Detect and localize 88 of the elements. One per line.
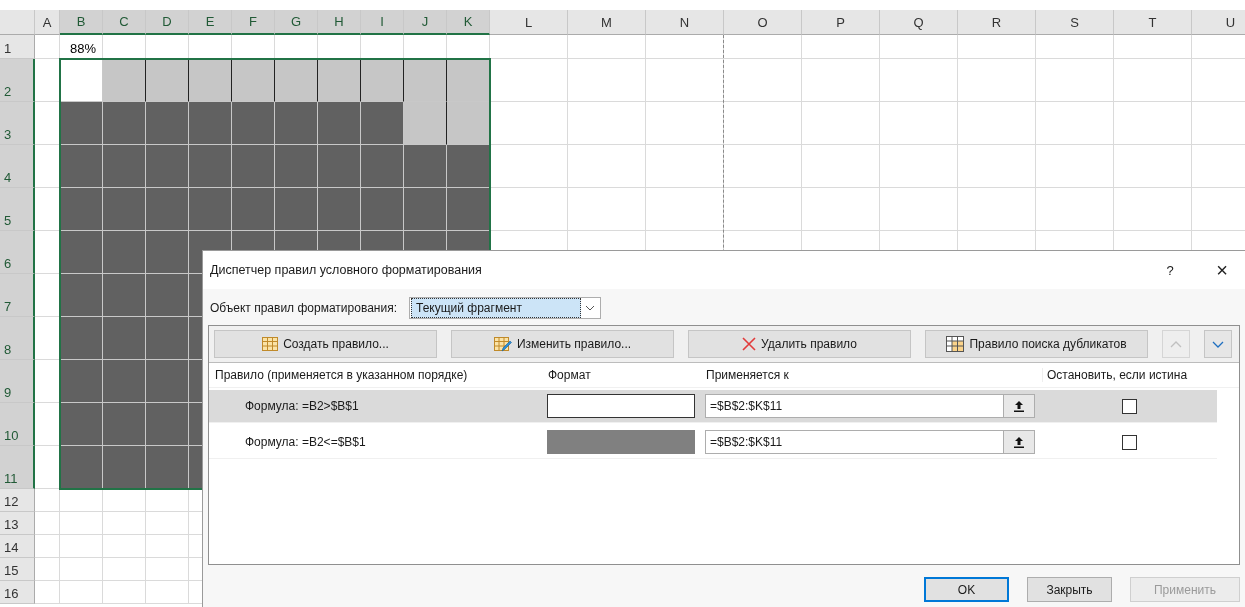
table-icon — [946, 336, 965, 352]
toolbar-button[interactable]: Удалить правило — [688, 330, 911, 358]
rule-row[interactable]: Формула: =B2>$B$1 =$B$2:$K$11 — [209, 390, 1217, 423]
range-select-icon — [1014, 436, 1024, 448]
table-pencil-icon — [493, 336, 512, 352]
sheet-cell: 88% — [60, 35, 103, 59]
dialog-button[interactable]: OK — [924, 577, 1009, 602]
column-header[interactable]: B — [60, 10, 103, 35]
column-heading: Правило (применяется в указанном порядке) — [214, 368, 469, 382]
row-header[interactable]: 9 — [0, 360, 35, 403]
column-header[interactable]: U — [1192, 10, 1245, 35]
column-header[interactable]: O — [724, 10, 802, 35]
row-header[interactable]: 13 — [0, 512, 35, 535]
column-header[interactable]: A — [35, 10, 60, 35]
row-header[interactable]: 5 — [0, 188, 35, 231]
sheet-cell — [103, 581, 146, 604]
chevron-up-icon — [1170, 340, 1182, 348]
row-header[interactable]: 6 — [0, 231, 35, 274]
sheet-cell — [103, 558, 146, 581]
column-header[interactable]: K — [447, 10, 490, 35]
rule-row[interactable]: Формула: =B2<=$B$1 =$B$2:$K$11 — [209, 426, 1217, 459]
table-icon — [262, 337, 279, 351]
sheet-cell — [35, 489, 60, 512]
column-header[interactable]: L — [490, 10, 568, 35]
column-header[interactable]: S — [1036, 10, 1114, 35]
sheet-cell — [35, 558, 60, 581]
range-select-icon — [1014, 400, 1024, 412]
chevron-down-icon — [1212, 340, 1224, 348]
column-header[interactable]: C — [103, 10, 146, 35]
row-header[interactable]: 4 — [0, 145, 35, 188]
toolbar-button[interactable]: Создать правило... — [214, 330, 437, 358]
select-all-corner[interactable] — [0, 10, 35, 35]
chevron-down-icon — [584, 305, 595, 311]
column-header[interactable]: N — [646, 10, 724, 35]
sheet-cell — [35, 35, 60, 59]
column-header[interactable]: Q — [880, 10, 958, 35]
column-header[interactable]: E — [189, 10, 232, 35]
column-header[interactable]: R — [958, 10, 1036, 35]
row-header[interactable]: 8 — [0, 317, 35, 360]
column-heading: Формат — [547, 368, 592, 382]
column-header[interactable]: P — [802, 10, 880, 35]
sheet-cell — [60, 535, 103, 558]
sheet-cell — [35, 512, 60, 535]
range-field[interactable]: =$B$2:$K$11 — [705, 394, 1035, 418]
column-header[interactable]: G — [275, 10, 318, 35]
help-button[interactable]: ? — [1157, 262, 1183, 278]
move-down-button[interactable] — [1204, 330, 1232, 358]
row-header[interactable]: 11 — [0, 446, 35, 489]
sheet-cell — [103, 489, 146, 512]
column-header[interactable]: D — [146, 10, 189, 35]
column-header[interactable]: J — [404, 10, 447, 35]
row-header[interactable]: 3 — [0, 102, 35, 145]
sheet-cell — [103, 535, 146, 558]
sheet-cell — [60, 512, 103, 535]
row-header[interactable]: 12 — [0, 489, 35, 512]
row-header[interactable]: 1 — [0, 35, 35, 59]
column-heading: Остановить, если истина — [1042, 368, 1217, 382]
close-button[interactable]: × — [1207, 258, 1237, 282]
column-header[interactable]: I — [361, 10, 404, 35]
sheet-cell — [60, 558, 103, 581]
rule-formula: Формула: =B2<=$B$1 — [244, 435, 367, 449]
range-field[interactable]: =$B$2:$K$11 — [705, 430, 1035, 454]
dialog-title: Диспетчер правил условного форматирования — [210, 263, 483, 277]
row-header[interactable]: 16 — [0, 581, 35, 604]
column-header[interactable]: H — [318, 10, 361, 35]
scope-dropdown[interactable]: Текущий фрагмент — [408, 297, 601, 319]
column-heading: Применяется к — [705, 368, 790, 382]
checkbox[interactable] — [1122, 434, 1137, 450]
delete-icon — [742, 337, 757, 351]
sheet-cell — [35, 535, 60, 558]
toolbar-button[interactable]: Изменить правило... — [451, 330, 674, 358]
row-header[interactable]: 2 — [0, 59, 35, 102]
column-header[interactable]: T — [1114, 10, 1192, 35]
row-header[interactable]: 14 — [0, 535, 35, 558]
checkbox[interactable] — [1122, 398, 1137, 414]
row-header[interactable]: 10 — [0, 403, 35, 446]
toolbar-button[interactable]: Правило поиска дубликатов — [925, 330, 1148, 358]
sheet-cell — [35, 581, 60, 604]
rule-formula: Формула: =B2>$B$1 — [244, 399, 360, 413]
sheet-cell — [60, 489, 103, 512]
row-header[interactable]: 7 — [0, 274, 35, 317]
row-header[interactable]: 15 — [0, 558, 35, 581]
sheet-cell — [103, 512, 146, 535]
scope-label: Объект правил форматирования: — [210, 301, 397, 315]
column-header[interactable]: F — [232, 10, 275, 35]
dialog-button[interactable]: Закрыть — [1027, 577, 1112, 602]
column-header[interactable]: M — [568, 10, 646, 35]
sheet-cell — [60, 581, 103, 604]
